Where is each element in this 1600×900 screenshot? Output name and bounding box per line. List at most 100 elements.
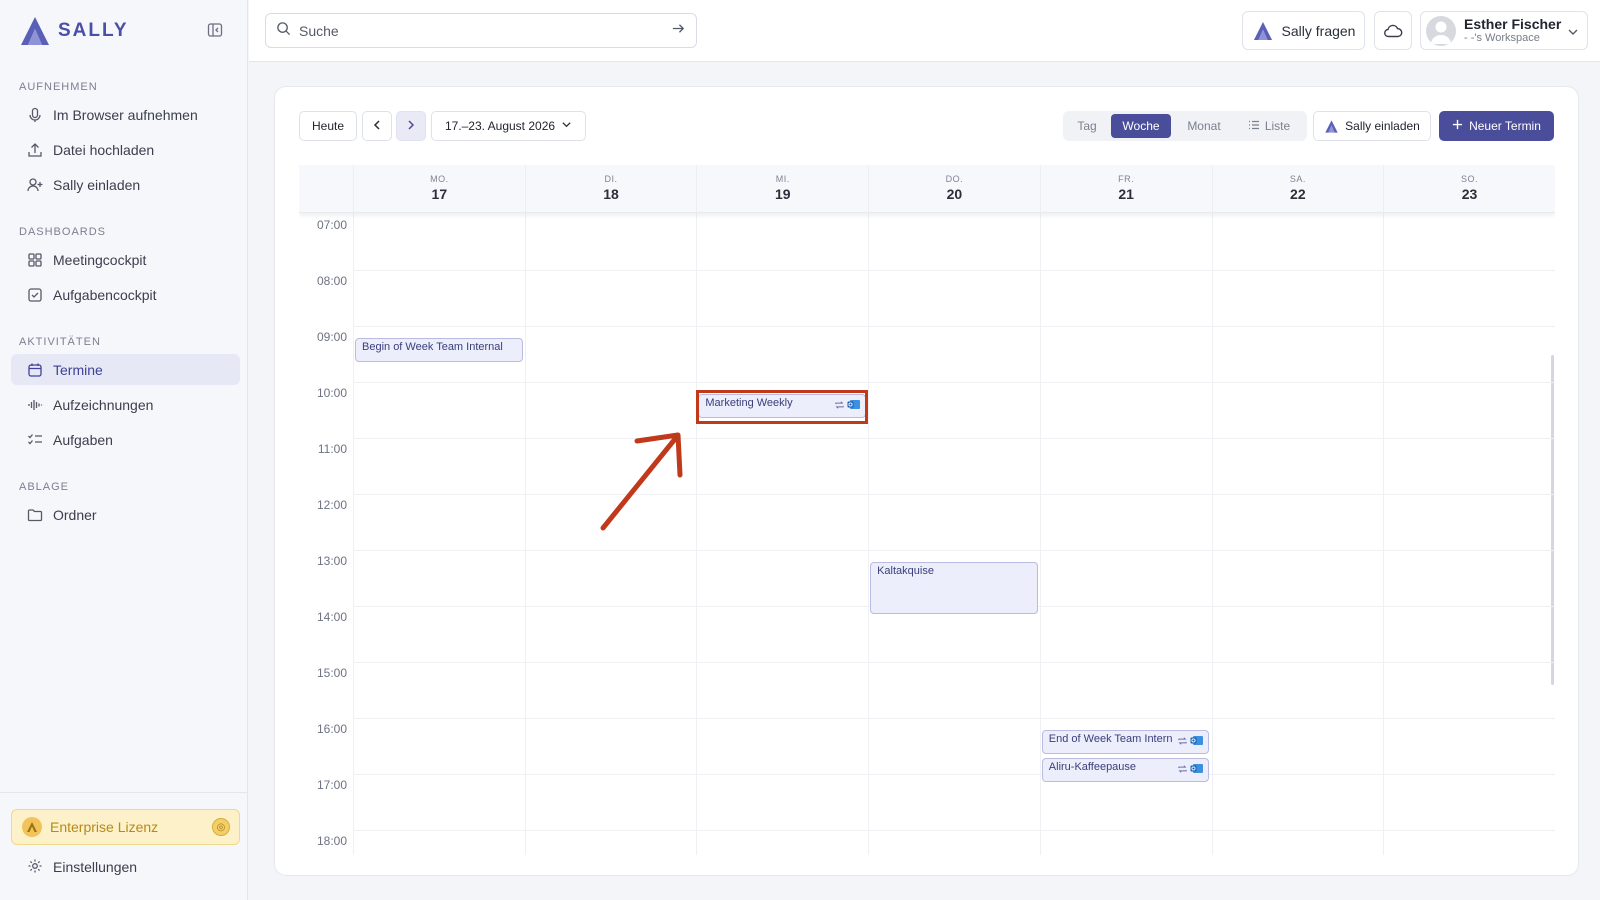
license-badge[interactable]: Enterprise Lizenz ◎ [11,809,240,845]
day-column-divider [1211,213,1213,855]
calendar-event[interactable]: Begin of Week Team Internal [355,338,523,362]
license-logo-icon [22,817,42,837]
settings-label: Einstellungen [53,859,138,875]
hour-label: 13:00 [316,554,347,568]
view-tab-month[interactable]: Monat [1176,114,1232,138]
event-title: Begin of Week Team Internal [362,341,503,353]
search-input[interactable] [299,22,663,39]
cloud-sync-button[interactable] [1374,11,1412,50]
gear-icon [27,858,43,877]
sidebar-item-upload[interactable]: Datei hochladen [11,134,240,165]
new-event-label: Neuer Termin [1469,119,1541,133]
day-column-divider [1039,213,1041,855]
hour-gridline [353,494,1555,495]
user-plus-icon [27,177,43,193]
day-header-17[interactable]: MO. 17 [353,165,525,213]
section-title-aktivitaeten: AKTIVITÄTEN [19,336,101,348]
sidebar-item-browser-record[interactable]: Im Browser aufnehmen [11,99,240,130]
weekday-label: DI. [604,174,618,184]
new-event-button[interactable]: Neuer Termin [1439,111,1554,141]
calendar-event[interactable]: Aliru-Kaffeepause [1041,758,1210,782]
app-logo[interactable]: SALLY [18,14,129,48]
sidebar-item-ordner[interactable]: Ordner [11,499,240,530]
calendar-card: Heute 17.–23. August 2026 Tag Woche Mona… [274,86,1579,876]
date-label: 18 [603,186,619,202]
repeat-icon [1177,736,1188,749]
hour-label: 11:00 [317,442,347,456]
weekday-label: SO. [1461,174,1479,184]
search-box[interactable] [265,13,697,48]
view-tab-list[interactable]: Liste [1237,114,1301,138]
upload-icon [27,142,43,158]
day-header-21[interactable]: FR. 21 [1039,165,1212,213]
event-icons [1177,735,1204,749]
day-header-19[interactable]: MI. 19 [696,165,868,213]
view-tab-week[interactable]: Woche [1111,114,1171,138]
day-header-row: MO. 17 DI. 18 MI. 19 DO. 20 FR. 21 SA. 22 SO. 23 [299,165,1555,213]
invite-sally-button[interactable]: Sally einladen [1313,111,1431,141]
section-title-dashboards: DASHBOARDS [19,226,107,238]
sidebar-item-label: Aufzeichnungen [53,396,154,413]
prev-week-button[interactable] [362,111,392,141]
ask-sally-button[interactable]: Sally fragen [1242,11,1365,50]
grid-scrollbar[interactable] [1551,355,1554,685]
sidebar: SALLY AUFNEHMEN Im Browser aufnehmen Dat… [0,0,248,900]
day-column-divider [353,213,354,855]
sidebar-item-termine[interactable]: Termine [11,354,240,385]
chevron-left-icon [371,119,383,134]
microphone-icon [27,107,43,123]
today-button[interactable]: Heute [299,111,357,141]
sidebar-item-aufzeichnungen[interactable]: Aufzeichnungen [11,389,240,420]
hour-gridline [353,830,1555,831]
weekday-label: DO. [945,174,964,184]
calendar-event[interactable]: Kaltakquise [870,562,1038,614]
sidebar-item-aufgabencockpit[interactable]: Aufgabencockpit [11,279,240,310]
grid-icon [27,252,43,268]
sidebar-divider [0,792,248,793]
user-name: Esther Fischer [1464,16,1562,32]
sidebar-item-aufgaben[interactable]: Aufgaben [11,424,240,455]
weekday-label: MI. [775,174,790,184]
view-tab-day[interactable]: Tag [1068,114,1106,138]
date-range-picker[interactable]: 17.–23. August 2026 [431,111,586,141]
date-label: 17 [431,186,448,202]
day-header-23[interactable]: SO. 23 [1383,165,1555,213]
day-header-20[interactable]: DO. 20 [868,165,1040,213]
sidebar-item-label: Aufgaben [53,431,113,448]
sidebar-item-meetingcockpit[interactable]: Meetingcockpit [11,244,240,275]
folder-icon [27,507,43,523]
sidebar-item-label: Termine [53,361,103,378]
day-column-divider [1383,213,1385,855]
calendar-event[interactable]: End of Week Team Intern [1041,730,1210,754]
sally-logo-icon [1253,21,1272,40]
day-header-22[interactable]: SA. 22 [1211,165,1384,213]
chevron-right-icon [405,119,417,134]
license-info-icon[interactable]: ◎ [212,818,230,836]
weekday-label: MO. [430,174,449,184]
hour-label: 16:00 [316,722,347,736]
plus-icon [1452,119,1463,133]
sidebar-item-label: Meetingcockpit [53,251,147,268]
arrow-right-icon[interactable] [671,21,686,41]
checklist-icon [27,432,43,448]
user-menu-button[interactable]: Esther Fischer - -'s Workspace [1420,11,1588,50]
avatar [1426,15,1456,46]
calendar-icon [27,362,43,378]
view-tab-list-label: Liste [1264,119,1291,133]
invite-sally-label: Sally einladen [1345,119,1420,133]
sidebar-item-settings[interactable]: Einstellungen [11,852,240,882]
next-week-button[interactable] [396,111,426,141]
workspace-name: - -'s Workspace [1464,32,1540,44]
date-label: 23 [1461,186,1478,202]
hour-gridline [353,270,1555,271]
day-header-18[interactable]: DI. 18 [524,165,697,213]
hour-gridline [353,718,1555,719]
hour-label: 14:00 [316,610,347,624]
section-title-aufnehmen: AUFNEHMEN [19,81,98,93]
hour-label: 07:00 [316,218,347,232]
sidebar-item-invite[interactable]: Sally einladen [11,169,240,200]
license-label: Enterprise Lizenz [50,819,159,835]
topbar: Sally fragen Esther Fischer - -'s Worksp… [249,0,1600,62]
collapse-sidebar-icon[interactable] [207,22,225,40]
hour-gridline [353,662,1555,663]
